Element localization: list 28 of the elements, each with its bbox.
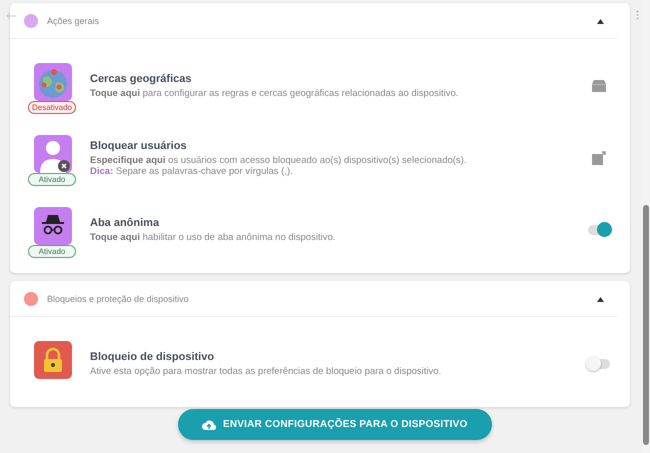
back-arrow-icon[interactable]: [6, 12, 16, 20]
status-badge: Ativado: [28, 173, 76, 186]
item-description: Toque aqui para configurar as regras e cercas geográficas relacionadas ao dispositivo.: [90, 88, 460, 99]
item-description: Especifique aqui os usuários com acesso bloqueado ao(s) dispositivo(s) selecionado(s).: [90, 154, 468, 166]
toggle-switch[interactable]: [588, 359, 610, 369]
user-icon: [34, 135, 72, 173]
more-icon[interactable]: [636, 10, 639, 20]
incognito-icon: [34, 207, 72, 245]
edit-icon[interactable]: [592, 151, 606, 165]
item-title: Aba anônima: [90, 217, 160, 229]
item-title: Bloqueio de dispositivo: [90, 351, 216, 363]
section-title: Ações gerais: [47, 16, 100, 26]
globe-icon: [34, 63, 72, 101]
status-badge: Ativado: [28, 245, 76, 258]
item-title: Cercas geográficas: [90, 73, 192, 85]
lock-icon: [34, 341, 72, 379]
send-settings-button[interactable]: ENVIAR CONFIGURAÇÕES PARA O DISPOSITIVO: [178, 409, 492, 440]
toggle-switch[interactable]: [588, 225, 610, 235]
item-description: Toque aqui habilitar o uso de aba anônima no dispositivo.: [90, 232, 336, 243]
collapse-icon[interactable]: [597, 296, 604, 302]
collapse-icon[interactable]: [597, 18, 604, 24]
folder-icon[interactable]: [592, 80, 606, 92]
section-title: Bloqueios e proteção de dispositivo: [47, 294, 190, 304]
item-description: Ative esta opção para mostrar todas as preferências de bloqueio para o dispositivo.: [90, 366, 442, 377]
item-title: Bloquear usuários: [90, 140, 188, 152]
cloud-upload-icon: [202, 420, 216, 430]
status-badge: Desativado: [28, 101, 76, 114]
hint-text: Dica: Separe as palavras-chave por vírgulas (,).: [90, 166, 294, 176]
